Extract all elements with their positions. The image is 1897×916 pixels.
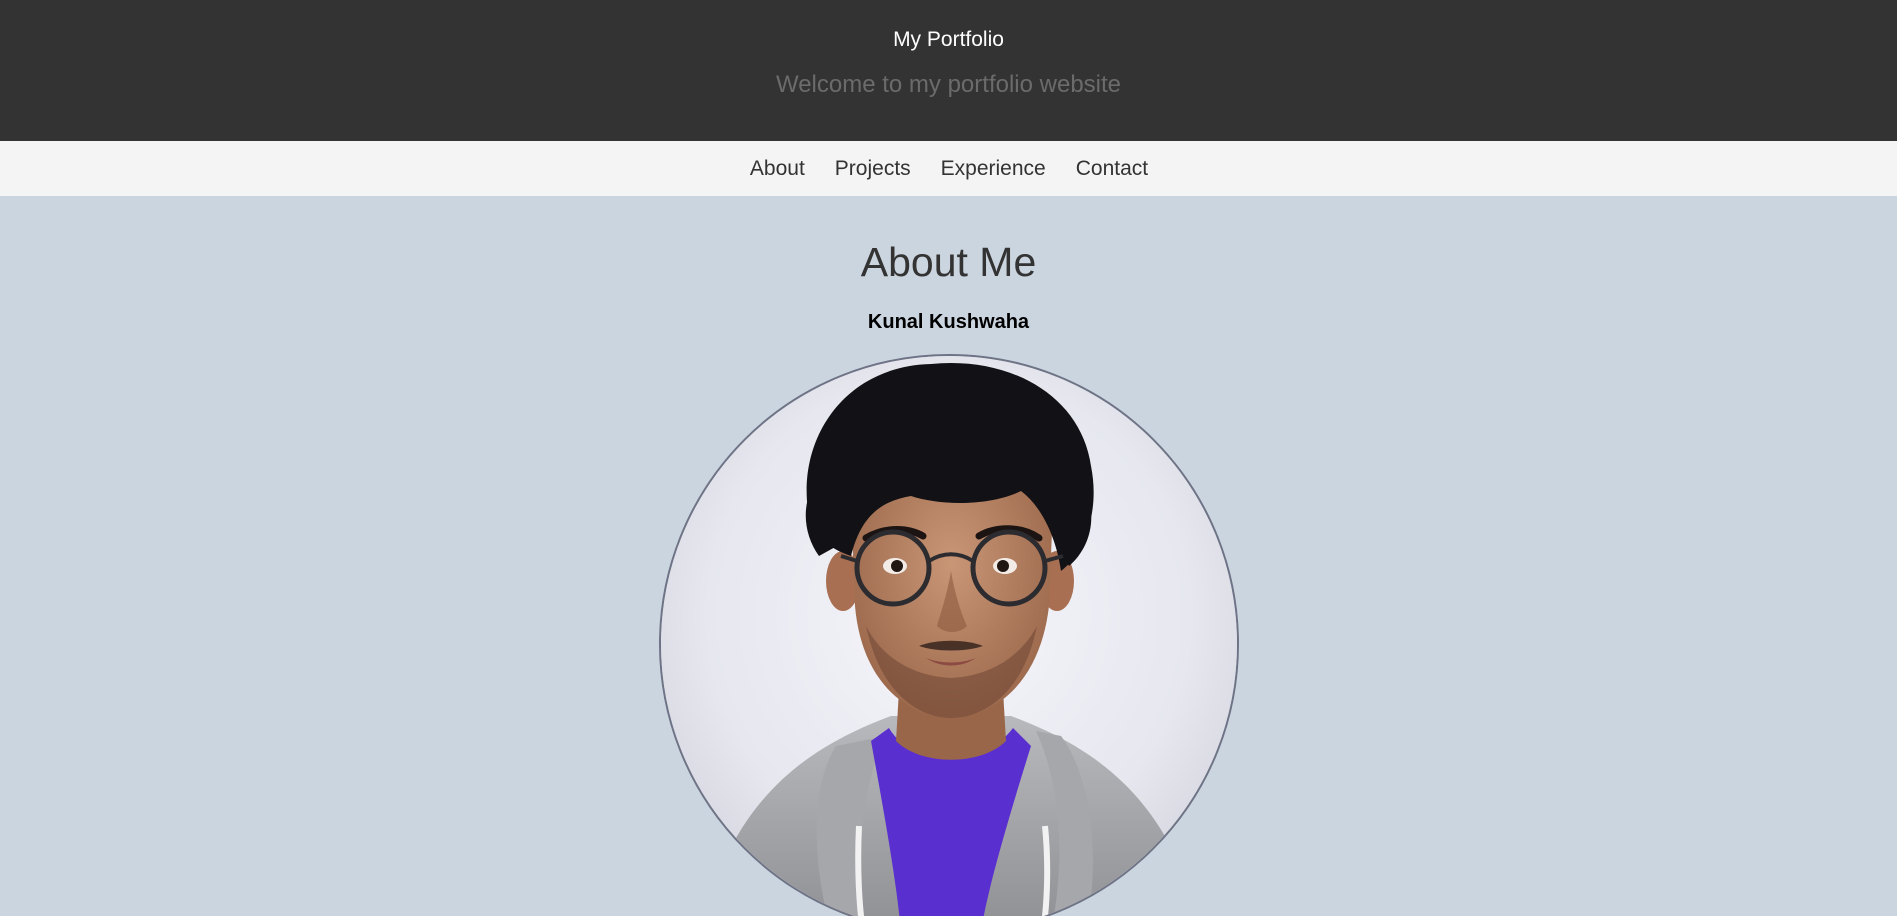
nav-link-projects[interactable]: Projects <box>835 157 911 181</box>
pupil-left <box>891 560 903 572</box>
main-nav: About Projects Experience Contact <box>0 141 1897 196</box>
portrait-illustration <box>661 356 1237 916</box>
section-heading: About Me <box>860 239 1037 285</box>
nav-link-about[interactable]: About <box>750 157 805 181</box>
site-header: My Portfolio Welcome to my portfolio web… <box>0 0 1897 141</box>
site-tagline: Welcome to my portfolio website <box>775 71 1122 98</box>
about-section: About Me Kunal Kushwaha <box>0 196 1897 916</box>
nav-link-experience[interactable]: Experience <box>941 157 1046 181</box>
site-title: My Portfolio <box>893 28 1004 51</box>
profile-photo <box>659 354 1239 916</box>
nav-link-contact[interactable]: Contact <box>1076 157 1148 181</box>
pupil-right <box>997 560 1009 572</box>
person-name: Kunal Kushwaha <box>867 311 1030 333</box>
